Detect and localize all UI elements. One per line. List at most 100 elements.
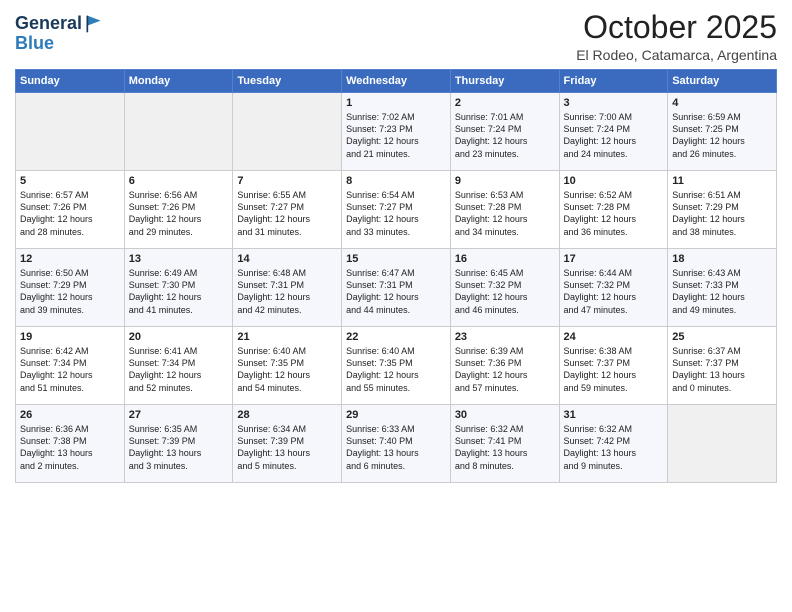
calendar-cell: 15Sunrise: 6:47 AMSunset: 7:31 PMDayligh… (342, 249, 451, 327)
calendar-week-1: 1 Sunrise: 7:02 AMSunset: 7:23 PMDaylight… (16, 93, 777, 171)
calendar-cell: 12 Sunrise: 6:50 AMSunset: 7:29 PMDayligh… (16, 249, 125, 327)
calendar-cell: 3Sunrise: 7:00 AMSunset: 7:24 PMDaylight… (559, 93, 668, 171)
weekday-header-monday: Monday (124, 70, 233, 93)
weekday-header-tuesday: Tuesday (233, 70, 342, 93)
day-info: Sunrise: 6:34 AMSunset: 7:39 PMDaylight:… (237, 423, 337, 472)
day-info: Sunrise: 6:33 AMSunset: 7:40 PMDaylight:… (346, 423, 446, 472)
calendar-cell: 24 Sunrise: 6:38 AMSunset: 7:37 PMDayligh… (559, 327, 668, 405)
calendar-cell: 8 Sunrise: 6:54 AMSunset: 7:27 PMDaylight… (342, 171, 451, 249)
day-number: 28 (237, 409, 337, 421)
calendar-cell: 22 Sunrise: 6:40 AMSunset: 7:35 PMDayligh… (342, 327, 451, 405)
day-number: 15 (346, 253, 446, 265)
calendar-cell: 31Sunrise: 6:32 AMSunset: 7:42 PMDayligh… (559, 405, 668, 483)
calendar-cell: 2Sunrise: 7:01 AMSunset: 7:24 PMDaylight… (450, 93, 559, 171)
logo-blue: Blue (15, 33, 54, 53)
calendar-week-2: 5 Sunrise: 6:57 AMSunset: 7:26 PMDaylight… (16, 171, 777, 249)
day-info: Sunrise: 6:55 AMSunset: 7:27 PMDaylight:… (237, 189, 337, 238)
calendar-week-5: 26 Sunrise: 6:36 AMSunset: 7:38 PMDayligh… (16, 405, 777, 483)
day-number: 13 (129, 253, 229, 265)
calendar-cell (668, 405, 777, 483)
day-number: 4 (672, 97, 772, 109)
calendar-subtitle: El Rodeo, Catamarca, Argentina (576, 47, 777, 63)
day-info: Sunrise: 6:41 AMSunset: 7:34 PMDaylight:… (129, 345, 229, 394)
day-info: Sunrise: 6:59 AMSunset: 7:25 PMDaylight:… (672, 111, 772, 160)
calendar-cell: 11Sunrise: 6:51 AMSunset: 7:29 PMDayligh… (668, 171, 777, 249)
day-number: 25 (672, 331, 772, 343)
calendar-cell: 14Sunrise: 6:48 AMSunset: 7:31 PMDayligh… (233, 249, 342, 327)
calendar-cell: 30 Sunrise: 6:32 AMSunset: 7:41 PMDayligh… (450, 405, 559, 483)
day-info: Sunrise: 6:53 AMSunset: 7:28 PMDaylight:… (455, 189, 555, 238)
day-number: 8 (346, 175, 446, 187)
calendar-cell: 20Sunrise: 6:41 AMSunset: 7:34 PMDayligh… (124, 327, 233, 405)
day-number: 21 (237, 331, 337, 343)
day-number: 6 (129, 175, 229, 187)
day-number: 30 (455, 409, 555, 421)
day-number: 23 (455, 331, 555, 343)
day-number: 27 (129, 409, 229, 421)
day-number: 3 (564, 97, 664, 109)
weekday-header-saturday: Saturday (668, 70, 777, 93)
weekday-header-thursday: Thursday (450, 70, 559, 93)
calendar-cell: 28 Sunrise: 6:34 AMSunset: 7:39 PMDayligh… (233, 405, 342, 483)
day-number: 24 (564, 331, 664, 343)
calendar-cell: 19 Sunrise: 6:42 AMSunset: 7:34 PMDayligh… (16, 327, 125, 405)
day-info: Sunrise: 6:52 AMSunset: 7:28 PMDaylight:… (564, 189, 664, 238)
day-info: Sunrise: 6:38 AMSunset: 7:37 PMDaylight:… (564, 345, 664, 394)
logo: General Blue (15, 14, 104, 54)
calendar-cell: 17Sunrise: 6:44 AMSunset: 7:32 PMDayligh… (559, 249, 668, 327)
day-number: 5 (20, 175, 120, 187)
calendar-cell: 1 Sunrise: 7:02 AMSunset: 7:23 PMDaylight… (342, 93, 451, 171)
calendar-cell: 25 Sunrise: 6:37 AMSunset: 7:37 PMDayligh… (668, 327, 777, 405)
header: General Blue October 2025 El Rodeo, Cata… (15, 10, 777, 63)
day-info: Sunrise: 6:35 AMSunset: 7:39 PMDaylight:… (129, 423, 229, 472)
logo-general: General (15, 14, 82, 34)
calendar-cell: 7Sunrise: 6:55 AMSunset: 7:27 PMDaylight… (233, 171, 342, 249)
calendar-week-3: 12 Sunrise: 6:50 AMSunset: 7:29 PMDayligh… (16, 249, 777, 327)
day-number: 19 (20, 331, 120, 343)
calendar-cell: 10Sunrise: 6:52 AMSunset: 7:28 PMDayligh… (559, 171, 668, 249)
calendar-cell (233, 93, 342, 171)
day-info: Sunrise: 6:44 AMSunset: 7:32 PMDaylight:… (564, 267, 664, 316)
day-info: Sunrise: 6:39 AMSunset: 7:36 PMDaylight:… (455, 345, 555, 394)
weekday-header-friday: Friday (559, 70, 668, 93)
day-info: Sunrise: 7:02 AMSunset: 7:23 PMDaylight:… (346, 111, 446, 160)
day-info: Sunrise: 6:49 AMSunset: 7:30 PMDaylight:… (129, 267, 229, 316)
calendar-cell: 29Sunrise: 6:33 AMSunset: 7:40 PMDayligh… (342, 405, 451, 483)
day-number: 18 (672, 253, 772, 265)
calendar-cell: 9 Sunrise: 6:53 AMSunset: 7:28 PMDaylight… (450, 171, 559, 249)
day-info: Sunrise: 6:57 AMSunset: 7:26 PMDaylight:… (20, 189, 120, 238)
day-info: Sunrise: 6:36 AMSunset: 7:38 PMDaylight:… (20, 423, 120, 472)
day-number: 12 (20, 253, 120, 265)
page: General Blue October 2025 El Rodeo, Cata… (0, 0, 792, 612)
day-info: Sunrise: 6:45 AMSunset: 7:32 PMDaylight:… (455, 267, 555, 316)
day-info: Sunrise: 6:37 AMSunset: 7:37 PMDaylight:… (672, 345, 772, 394)
day-info: Sunrise: 6:40 AMSunset: 7:35 PMDaylight:… (237, 345, 337, 394)
calendar-week-4: 19 Sunrise: 6:42 AMSunset: 7:34 PMDayligh… (16, 327, 777, 405)
day-number: 1 (346, 97, 446, 109)
day-info: Sunrise: 6:40 AMSunset: 7:35 PMDaylight:… (346, 345, 446, 394)
day-number: 9 (455, 175, 555, 187)
calendar-cell: 23 Sunrise: 6:39 AMSunset: 7:36 PMDayligh… (450, 327, 559, 405)
day-info: Sunrise: 6:50 AMSunset: 7:29 PMDaylight:… (20, 267, 120, 316)
calendar-header-row: SundayMondayTuesdayWednesdayThursdayFrid… (16, 70, 777, 93)
day-info: Sunrise: 6:48 AMSunset: 7:31 PMDaylight:… (237, 267, 337, 316)
weekday-header-wednesday: Wednesday (342, 70, 451, 93)
day-number: 16 (455, 253, 555, 265)
logo-flag-icon (84, 14, 104, 34)
day-info: Sunrise: 6:43 AMSunset: 7:33 PMDaylight:… (672, 267, 772, 316)
day-info: Sunrise: 6:32 AMSunset: 7:41 PMDaylight:… (455, 423, 555, 472)
calendar-cell: 26 Sunrise: 6:36 AMSunset: 7:38 PMDayligh… (16, 405, 125, 483)
day-info: Sunrise: 6:42 AMSunset: 7:34 PMDaylight:… (20, 345, 120, 394)
calendar-cell (124, 93, 233, 171)
title-block: October 2025 El Rodeo, Catamarca, Argent… (576, 10, 777, 63)
day-info: Sunrise: 6:56 AMSunset: 7:26 PMDaylight:… (129, 189, 229, 238)
day-info: Sunrise: 6:54 AMSunset: 7:27 PMDaylight:… (346, 189, 446, 238)
day-number: 26 (20, 409, 120, 421)
day-number: 31 (564, 409, 664, 421)
calendar-body: 1 Sunrise: 7:02 AMSunset: 7:23 PMDaylight… (16, 93, 777, 483)
calendar-cell: 18 Sunrise: 6:43 AMSunset: 7:33 PMDayligh… (668, 249, 777, 327)
day-number: 22 (346, 331, 446, 343)
weekday-header-sunday: Sunday (16, 70, 125, 93)
calendar-cell: 4 Sunrise: 6:59 AMSunset: 7:25 PMDaylight… (668, 93, 777, 171)
day-info: Sunrise: 6:51 AMSunset: 7:29 PMDaylight:… (672, 189, 772, 238)
